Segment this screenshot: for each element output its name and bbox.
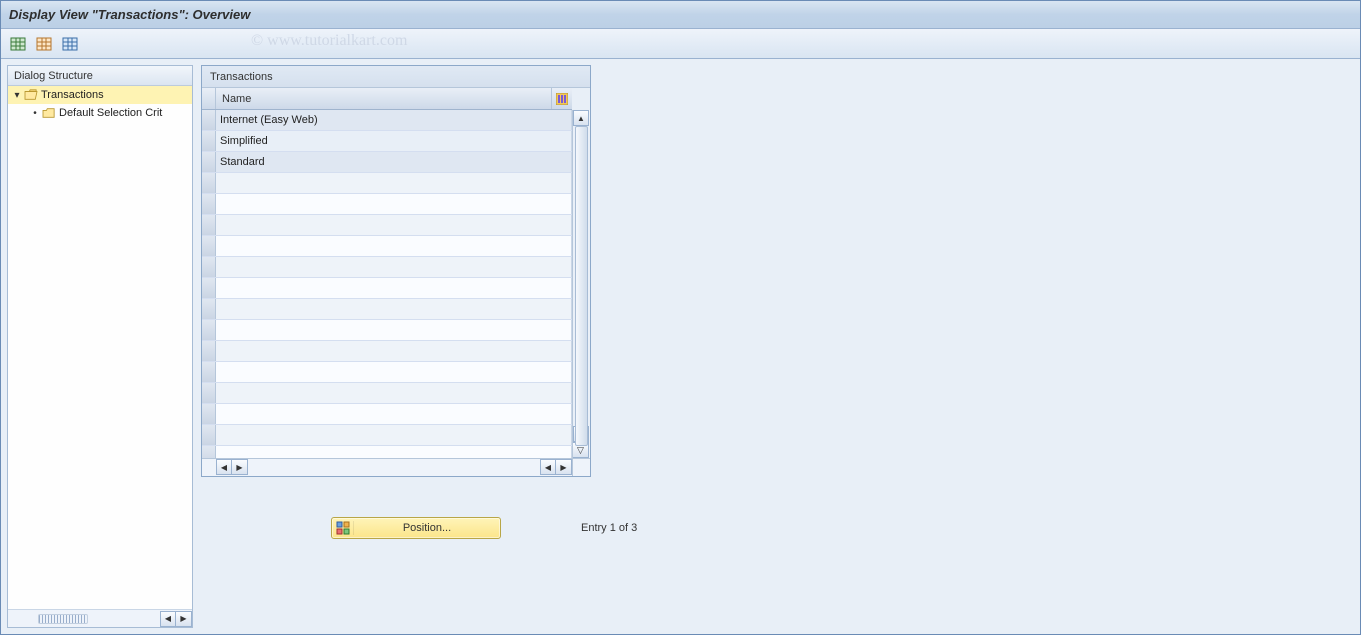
table-row[interactable]: Simplified — [202, 131, 572, 152]
column-configure-button[interactable] — [552, 88, 572, 109]
table-row-empty — [202, 341, 572, 362]
column-config-icon — [556, 93, 568, 105]
dialog-structure-header: Dialog Structure — [8, 66, 192, 86]
footer: Position... Entry 1 of 3 — [201, 517, 811, 539]
table-row-empty — [202, 194, 572, 215]
vscroll-thumb[interactable] — [575, 126, 588, 446]
tree-hscroll: ◀ ▶ — [160, 611, 192, 627]
row-select-handle[interactable] — [202, 110, 216, 130]
page-title: Display View "Transactions": Overview — [9, 7, 250, 22]
toolbar-display-button[interactable] — [7, 33, 29, 55]
cell-name[interactable]: Standard — [216, 152, 572, 172]
hscroll-left[interactable]: ◀ — [216, 459, 232, 475]
table-row-empty — [202, 299, 572, 320]
transactions-table: Transactions Name — [201, 65, 591, 477]
select-all-handle[interactable] — [202, 88, 216, 109]
position-button[interactable]: Position... — [331, 517, 501, 539]
tree-hscroll-left[interactable]: ◀ — [160, 611, 176, 627]
main-content: Transactions Name — [193, 59, 1360, 634]
tree-bullet-icon: • — [30, 108, 40, 119]
app-frame: Display View "Transactions": Overview — [0, 0, 1361, 635]
grid-green-icon — [10, 36, 26, 52]
entry-status: Entry 1 of 3 — [581, 522, 637, 534]
cell-name[interactable]: Internet (Easy Web) — [216, 110, 572, 130]
column-name-header[interactable]: Name — [216, 88, 552, 109]
hscroll-right[interactable]: ▶ — [232, 459, 248, 475]
table-row-empty — [202, 278, 572, 299]
cell-name[interactable]: Simplified — [216, 131, 572, 151]
table-row-empty — [202, 362, 572, 383]
grid-blue-icon — [62, 36, 78, 52]
table-title: Transactions — [202, 66, 590, 88]
tree-node-default-selection[interactable]: • Default Selection Crit — [8, 104, 192, 122]
watermark: © www.tutorialkart.com — [251, 32, 407, 50]
tree-footer: ◀ ▶ — [8, 609, 192, 627]
table-row-empty — [202, 257, 572, 278]
body: Dialog Structure ▾ Transactions • — [1, 59, 1360, 634]
window-title-bar: Display View "Transactions": Overview — [1, 1, 1360, 29]
grid-orange-icon — [36, 36, 52, 52]
dialog-structure-panel: Dialog Structure ▾ Transactions • — [7, 65, 193, 628]
position-icon — [332, 521, 354, 535]
tree-collapse-icon[interactable]: ▾ — [12, 90, 22, 101]
table-row-empty — [202, 404, 572, 425]
toolbar-worklist-button[interactable] — [33, 33, 55, 55]
vscroll-up[interactable]: ▲ — [573, 110, 589, 126]
vscroll-track[interactable] — [573, 126, 590, 426]
hscroll-right2[interactable]: ▶ — [556, 459, 572, 475]
tree-body: ▾ Transactions • Default Selection Crit — [8, 86, 192, 609]
toolbar-settings-button[interactable] — [59, 33, 81, 55]
table-row-empty — [202, 425, 572, 446]
folder-icon — [42, 107, 56, 119]
hscroll-track[interactable] — [248, 459, 540, 476]
position-label: Position... — [354, 522, 500, 534]
table-vscroll[interactable]: ▲ ▼ ▽ — [572, 110, 590, 458]
table-grid: Name — [202, 88, 572, 458]
toolbar: © www.tutorialkart.com — [1, 29, 1360, 59]
hscroll-left2[interactable]: ◀ — [540, 459, 556, 475]
tree-node-transactions[interactable]: ▾ Transactions — [8, 86, 192, 104]
table-row[interactable]: Internet (Easy Web) — [202, 110, 572, 131]
open-folder-icon — [24, 89, 38, 101]
table-grid-wrap: Name — [202, 88, 590, 458]
table-row-empty — [202, 215, 572, 236]
table-row-empty — [202, 173, 572, 194]
tree-label-default-selection: Default Selection Crit — [59, 107, 162, 119]
table-row-empty — [202, 320, 572, 341]
tree-hscroll-right[interactable]: ▶ — [176, 611, 192, 627]
row-select-handle[interactable] — [202, 152, 216, 172]
table-row-empty — [202, 446, 572, 458]
row-select-handle[interactable] — [202, 131, 216, 151]
table-hscroll: ◀ ▶ ◀ ▶ — [202, 458, 590, 476]
table-row-empty — [202, 236, 572, 257]
tree-resize-grip[interactable] — [38, 614, 88, 624]
tree-label-transactions: Transactions — [41, 89, 104, 101]
grid-rows: Internet (Easy Web) Simplified Standard — [202, 110, 572, 458]
table-row[interactable]: Standard — [202, 152, 572, 173]
table-row-empty — [202, 383, 572, 404]
table-header-row: Name — [202, 88, 572, 110]
